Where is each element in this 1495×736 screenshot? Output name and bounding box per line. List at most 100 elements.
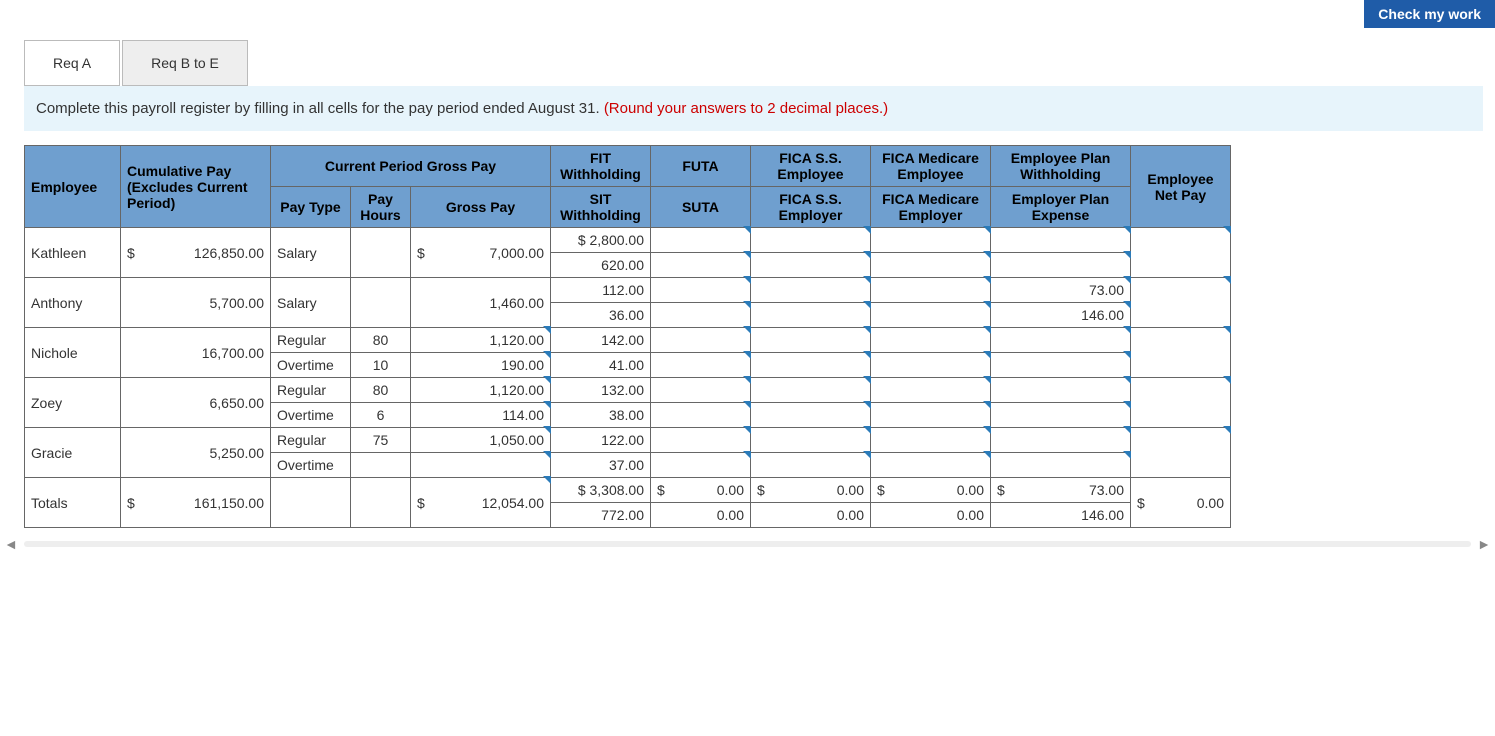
fica-med-er-input[interactable] [871, 403, 991, 428]
th-cumulative: Cumulative Pay (Excludes Current Period) [121, 146, 271, 228]
horizontal-scrollbar[interactable]: ◄ ► [4, 536, 1491, 552]
cum-pay: 5,250.00 [121, 428, 271, 478]
net-pay-input[interactable] [1131, 328, 1231, 378]
totals-plan-e: 146.00 [991, 503, 1131, 528]
futa-input[interactable] [651, 428, 751, 453]
fica-med-er-input[interactable] [871, 303, 991, 328]
futa-input[interactable] [651, 328, 751, 353]
th-er-plan-exp: Employer Plan Expense [991, 187, 1131, 228]
net-pay-input[interactable] [1131, 228, 1231, 278]
th-sit: SIT Withholding [551, 187, 651, 228]
gross-pay-input[interactable]: 1,120.00 [411, 328, 551, 353]
net-pay-input[interactable] [1131, 278, 1231, 328]
totals-paytype [271, 478, 351, 528]
totals-payhours [351, 478, 411, 528]
totals-fit: $ 3,308.00 [551, 478, 651, 503]
suta-input[interactable] [651, 353, 751, 378]
fit-cell: $ 2,800.00 [551, 228, 651, 253]
totals-fica-med-emp: $0.00 [871, 478, 991, 503]
th-emp-plan-w: Employee Plan Withholding [991, 146, 1131, 187]
suta-input[interactable] [651, 253, 751, 278]
emp-name: Zoey [25, 378, 121, 428]
th-fica-med-emp: FICA Medicare Employee [871, 146, 991, 187]
th-net-pay: Employee Net Pay [1131, 146, 1231, 228]
totals-fica-ss-emp: $0.00 [751, 478, 871, 503]
totals-gross[interactable]: $12,054.00 [411, 478, 551, 528]
emp-plan-w-input[interactable]: 73.00 [991, 278, 1131, 303]
sit-cell: 38.00 [551, 403, 651, 428]
sit-cell: 37.00 [551, 453, 651, 478]
cum-pay: 16,700.00 [121, 328, 271, 378]
er-plan-exp-input[interactable] [991, 353, 1131, 378]
futa-input[interactable] [651, 228, 751, 253]
fica-ss-emp-input[interactable] [751, 328, 871, 353]
pay-type: Overtime [271, 403, 351, 428]
totals-suta: 0.00 [651, 503, 751, 528]
fica-ss-er-input[interactable] [751, 453, 871, 478]
emp-plan-w-input[interactable] [991, 328, 1131, 353]
totals-futa: $0.00 [651, 478, 751, 503]
scroll-left-icon[interactable]: ◄ [4, 536, 18, 552]
fit-cell: 112.00 [551, 278, 651, 303]
fica-med-emp-input[interactable] [871, 378, 991, 403]
fica-med-emp-input[interactable] [871, 278, 991, 303]
fica-med-emp-input[interactable] [871, 328, 991, 353]
emp-plan-w-input[interactable] [991, 428, 1131, 453]
gross-pay: 1,460.00 [411, 278, 551, 328]
pay-hours: 10 [351, 353, 411, 378]
th-pay-type: Pay Type [271, 187, 351, 228]
pay-hours [351, 278, 411, 328]
totals-plan-w: $73.00 [991, 478, 1131, 503]
check-my-work-button[interactable]: Check my work [1364, 0, 1495, 28]
fica-med-er-input[interactable] [871, 353, 991, 378]
net-pay-input[interactable] [1131, 428, 1231, 478]
gross-pay-input[interactable]: 1,120.00 [411, 378, 551, 403]
totals-fica-med-er: 0.00 [871, 503, 991, 528]
scroll-right-icon[interactable]: ► [1477, 536, 1491, 552]
cum-pay: 6,650.00 [121, 378, 271, 428]
suta-input[interactable] [651, 303, 751, 328]
fit-cell: 142.00 [551, 328, 651, 353]
pay-type: Overtime [271, 353, 351, 378]
er-plan-exp-input[interactable]: 146.00 [991, 303, 1131, 328]
pay-hours: 80 [351, 378, 411, 403]
fica-ss-er-input[interactable] [751, 403, 871, 428]
net-pay-input[interactable] [1131, 378, 1231, 428]
er-plan-exp-input[interactable] [991, 403, 1131, 428]
emp-plan-w-input[interactable] [991, 378, 1131, 403]
fica-ss-er-input[interactable] [751, 253, 871, 278]
suta-input[interactable] [651, 403, 751, 428]
tab-req-a[interactable]: Req A [24, 40, 120, 86]
totals-cum: $161,150.00 [121, 478, 271, 528]
tab-req-b-to-e[interactable]: Req B to E [122, 40, 248, 86]
futa-input[interactable] [651, 278, 751, 303]
fica-ss-emp-input[interactable] [751, 428, 871, 453]
fica-ss-er-input[interactable] [751, 353, 871, 378]
pay-type: Overtime [271, 453, 351, 478]
tab-row: Req A Req B to E [24, 40, 1495, 86]
suta-input[interactable] [651, 453, 751, 478]
th-current-gross: Current Period Gross Pay [271, 146, 551, 187]
totals-net: $0.00 [1131, 478, 1231, 528]
fica-ss-emp-input[interactable] [751, 278, 871, 303]
fica-ss-emp-input[interactable] [751, 378, 871, 403]
fica-ss-er-input[interactable] [751, 303, 871, 328]
emp-name: Nichole [25, 328, 121, 378]
futa-input[interactable] [651, 378, 751, 403]
emp-plan-w-input[interactable] [991, 228, 1131, 253]
er-plan-exp-input[interactable] [991, 453, 1131, 478]
gross-pay-input[interactable]: 190.00 [411, 353, 551, 378]
fica-med-er-input[interactable] [871, 453, 991, 478]
gross-pay-input[interactable]: 114.00 [411, 403, 551, 428]
fica-med-er-input[interactable] [871, 253, 991, 278]
fica-med-emp-input[interactable] [871, 228, 991, 253]
fica-ss-emp-input[interactable] [751, 228, 871, 253]
pay-hours: 75 [351, 428, 411, 453]
th-fica-med-er: FICA Medicare Employer [871, 187, 991, 228]
gross-pay-input[interactable]: 1,050.00 [411, 428, 551, 453]
er-plan-exp-input[interactable] [991, 253, 1131, 278]
fica-med-emp-input[interactable] [871, 428, 991, 453]
th-suta: SUTA [651, 187, 751, 228]
emp-name: Anthony [25, 278, 121, 328]
gross-pay-input[interactable] [411, 453, 551, 478]
